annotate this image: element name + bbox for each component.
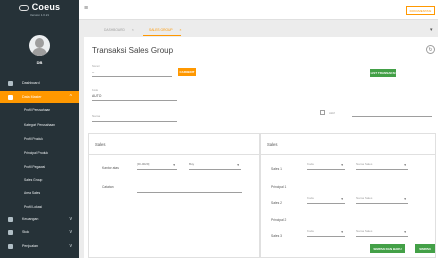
sales-2-nama-select[interactable]: Nama Sales ▾ bbox=[356, 196, 408, 204]
aktif-label: Aktif bbox=[329, 111, 335, 115]
sales-panel-left: Sales Kantor atas [ID-0029] ▾ Buy ▾ Cata… bbox=[88, 133, 260, 258]
list-transaksi-button[interactable]: LIST TRANSAKSI bbox=[370, 69, 396, 77]
chevron-down-icon: ▾ bbox=[404, 230, 406, 234]
sidebar-item-dashboard[interactable]: Dashboard bbox=[0, 77, 79, 89]
sales-2-label: Sales 2 bbox=[271, 201, 282, 205]
sales-2-kode-select[interactable]: Kode ▾ bbox=[307, 196, 345, 204]
sales-1-label: Sales 1 bbox=[271, 167, 282, 171]
chevron-down-icon: v bbox=[69, 229, 73, 235]
chevron-down-icon: ▾ bbox=[404, 163, 406, 167]
kode-field[interactable]: Kode AUTO bbox=[92, 89, 177, 101]
topbar: ≡ DOKUMENTASI bbox=[79, 0, 438, 20]
cari-edit-button[interactable]: CARI/EDIT bbox=[178, 68, 196, 76]
tab-sales-group[interactable]: SALES GROUP × bbox=[149, 28, 181, 32]
aktif-note-field[interactable] bbox=[352, 109, 432, 117]
close-icon[interactable]: × bbox=[132, 28, 134, 32]
sales-panel-right: Sales Sales 1 Kode ▾ Nama Sales ▾ Princi… bbox=[260, 133, 436, 258]
money-icon bbox=[8, 216, 13, 222]
nomor-field[interactable]: Nomor -- bbox=[92, 65, 172, 77]
app-logo: Coeus Version 1.0.21 bbox=[0, 2, 79, 17]
chevron-down-icon: ▾ bbox=[237, 163, 239, 167]
sidebar-item-penjualan[interactable]: Penjualan v bbox=[0, 240, 79, 252]
nama-field[interactable]: Nama bbox=[92, 110, 177, 122]
tab-dashboard[interactable]: DASHBOARD × bbox=[104, 28, 134, 32]
box-icon bbox=[8, 229, 13, 235]
sales-panel-left-title: Sales bbox=[95, 142, 106, 147]
chevron-down-icon: ▾ bbox=[404, 197, 406, 201]
catatan-field[interactable] bbox=[137, 186, 242, 193]
sidebar-subitem-profil-lokasi[interactable]: Profil Lokasi bbox=[24, 205, 42, 209]
sidebar-subitem-sales-group[interactable]: Sales Group bbox=[24, 178, 42, 182]
sidebar: Coeus Version 1.0.21 DB Dashboard Data M… bbox=[0, 0, 79, 258]
chevron-up-icon: ^ bbox=[69, 94, 72, 100]
refresh-icon[interactable]: ↻ bbox=[426, 45, 435, 54]
sales-3-nama-select[interactable]: Nama Sales ▾ bbox=[356, 229, 408, 237]
aktif-checkbox[interactable] bbox=[320, 110, 325, 115]
simpan-button[interactable]: SIMPAN bbox=[415, 244, 435, 253]
principal-1-label: Principal 1 bbox=[271, 185, 287, 189]
tabs-dropdown-icon[interactable]: ▾ bbox=[430, 27, 433, 33]
sidebar-item-data-master[interactable]: Data Master ^ bbox=[0, 91, 79, 103]
active-tab-indicator bbox=[143, 35, 181, 36]
kantor-atas-select[interactable]: [ID-0029] ▾ bbox=[137, 162, 177, 170]
user-name: DB bbox=[36, 60, 43, 65]
cart-icon bbox=[8, 243, 13, 249]
avatar[interactable] bbox=[29, 35, 50, 56]
close-icon[interactable]: × bbox=[180, 28, 182, 32]
dokumentasi-button[interactable]: DOKUMENTASI bbox=[406, 6, 435, 15]
main-card: Transaksi Sales Group ↻ Nomor -- CARI/ED… bbox=[84, 37, 438, 258]
sidebar-subitem-area-sales[interactable]: Area Sales bbox=[24, 191, 40, 195]
chevron-down-icon: v bbox=[69, 216, 73, 222]
folder-icon bbox=[8, 94, 13, 100]
page-title: Transaksi Sales Group bbox=[92, 46, 174, 55]
sidebar-subitem-principal-produk[interactable]: Principal Produk bbox=[24, 151, 48, 155]
hamburger-icon[interactable]: ≡ bbox=[84, 5, 88, 12]
sidebar-subitem-profil-produk[interactable]: Profil Produk bbox=[24, 137, 43, 141]
tab-bar: DASHBOARD × SALES GROUP × ▾ bbox=[79, 23, 438, 37]
buy-select[interactable]: Buy ▾ bbox=[189, 162, 241, 170]
sales-panel-right-title: Sales bbox=[267, 142, 278, 147]
chevron-down-icon: ▾ bbox=[341, 230, 343, 234]
sidebar-subitem-kategori-perusahaan[interactable]: Kategori Perusahaan bbox=[24, 123, 55, 127]
sales-3-label: Sales 3 bbox=[271, 234, 282, 238]
sidebar-item-keuangan[interactable]: Keuangan v bbox=[0, 213, 79, 225]
sidebar-subitem-profil-perusahaan[interactable]: Profil Perusahaan bbox=[24, 108, 50, 112]
chevron-down-icon: v bbox=[69, 243, 73, 249]
sales-3-kode-select[interactable]: Kode ▾ bbox=[307, 229, 345, 237]
cloud-icon bbox=[18, 5, 29, 11]
kantor-atas-label: Kantor atas bbox=[102, 166, 119, 170]
catatan-label: Catatan bbox=[102, 185, 114, 189]
sales-1-kode-select[interactable]: Kode ▾ bbox=[307, 162, 345, 170]
principal-2-label: Principal 2 bbox=[271, 218, 287, 222]
chevron-down-icon: ▾ bbox=[173, 163, 175, 167]
simpan-dan-baru-button[interactable]: SIMPAN DAN BARU bbox=[370, 244, 405, 253]
sidebar-subitem-profil-pegawai[interactable]: Profil Pegawai bbox=[24, 165, 45, 169]
app-name: Coeus bbox=[31, 2, 61, 12]
chevron-down-icon: ▾ bbox=[341, 197, 343, 201]
app-version: Version 1.0.21 bbox=[29, 13, 50, 17]
chevron-down-icon: ▾ bbox=[341, 163, 343, 167]
sales-1-nama-select[interactable]: Nama Sales ▾ bbox=[356, 162, 408, 170]
sidebar-item-stok[interactable]: Stok v bbox=[0, 226, 79, 238]
dashboard-icon bbox=[8, 80, 13, 86]
